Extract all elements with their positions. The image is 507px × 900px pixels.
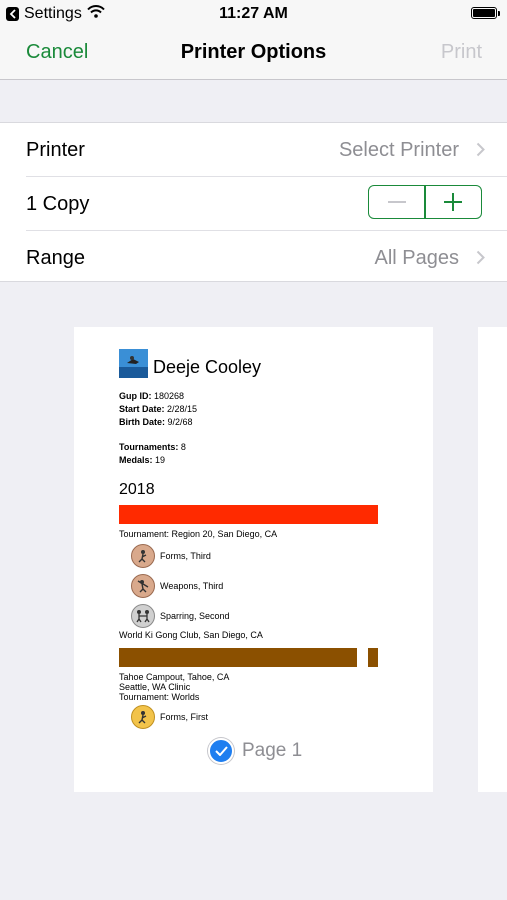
copies-label: 1 Copy <box>26 193 90 215</box>
range-row[interactable]: Range All Pages <box>0 231 507 285</box>
year-heading: 2018 <box>119 481 155 498</box>
bronze-medal-icon <box>131 574 155 598</box>
range-value: All Pages <box>374 247 460 269</box>
print-button[interactable]: Print <box>441 41 482 64</box>
battery-icon <box>471 7 500 19</box>
plus-icon <box>444 193 463 211</box>
printer-options-group: Printer Select Printer 1 Copy Range All … <box>0 122 507 282</box>
printer-row[interactable]: Printer Select Printer <box>0 123 507 177</box>
gold-medal-icon <box>131 705 155 729</box>
tournament-line: Tournament: Worlds <box>119 692 200 702</box>
profile-photo <box>119 349 148 378</box>
event-bar-red <box>119 505 378 524</box>
medal-item: Forms, First <box>131 703 379 731</box>
chevron-right-icon <box>476 250 485 270</box>
event-bar-brown <box>119 648 378 667</box>
stats-info: Tournaments: 8 Medals: 19 <box>119 442 186 465</box>
page-preview[interactable]: Deeje Cooley Gup ID: 180268 Start Date: … <box>74 327 433 792</box>
person-name: Deeje Cooley <box>153 357 262 377</box>
checkmark-icon <box>208 738 234 764</box>
status-time: 11:27 AM <box>219 5 288 22</box>
document-content: Deeje Cooley Gup ID: 180268 Start Date: … <box>119 349 379 731</box>
medal-item: Weapons, Third <box>131 572 379 600</box>
tournament-line: Tournament: Region 20, San Diego, CA <box>119 529 278 539</box>
silver-medal-icon <box>131 604 155 628</box>
page-number-label: Page 1 <box>242 740 303 761</box>
nav-bar: Cancel Printer Options Print <box>0 28 507 80</box>
printer-value: Select Printer <box>338 139 459 161</box>
medal-item: Sparring, Second <box>131 602 379 630</box>
minus-icon <box>387 201 406 203</box>
page-selector[interactable]: Page 1 <box>208 738 302 764</box>
decrement-button[interactable] <box>369 186 424 218</box>
event-line: World Ki Gong Club, San Diego, CA <box>119 630 263 640</box>
status-bar: Settings 11:27 AM <box>0 0 507 28</box>
next-page-preview[interactable] <box>478 327 507 792</box>
event-line: Tahoe Campout, Tahoe, CA <box>119 672 230 682</box>
copies-row: 1 Copy <box>0 177 507 231</box>
page-title: Printer Options <box>180 41 327 63</box>
copies-stepper <box>368 185 482 219</box>
member-info: Gup ID: 180268 Start Date: 2/28/15 Birth… <box>119 391 198 427</box>
printer-label: Printer <box>26 139 85 161</box>
chevron-right-icon <box>476 142 485 162</box>
range-label: Range <box>26 247 85 269</box>
bronze-medal-icon <box>131 544 155 568</box>
event-line: Seattle, WA Clinic <box>119 682 191 692</box>
increment-button[interactable] <box>426 186 481 218</box>
medal-item: Forms, Third <box>131 542 379 570</box>
